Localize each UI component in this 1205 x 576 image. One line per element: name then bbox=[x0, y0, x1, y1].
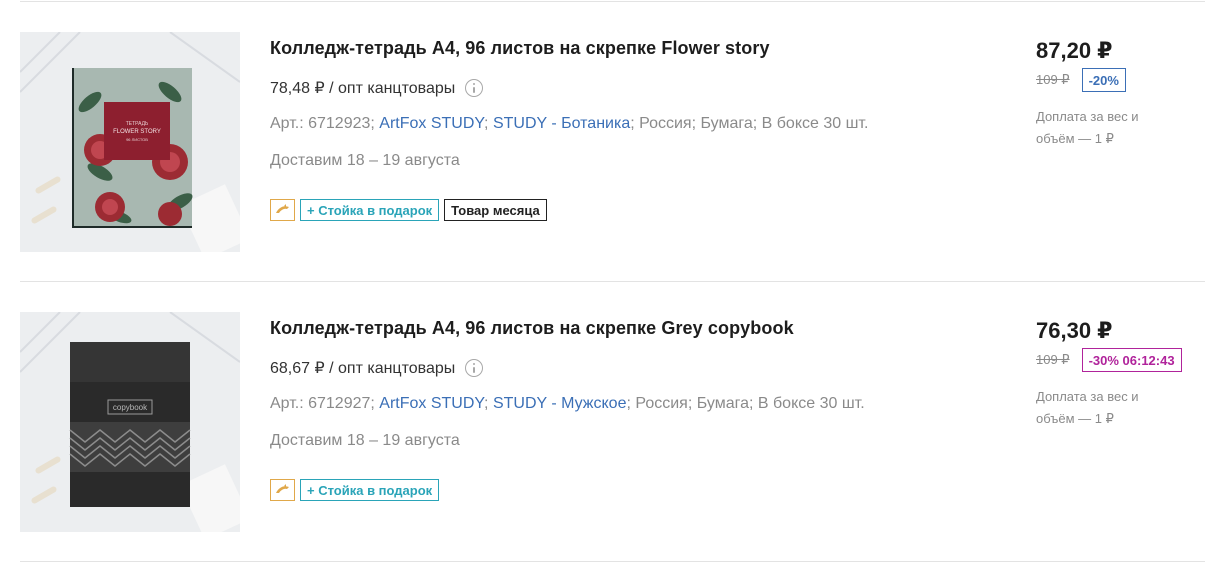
weight-surcharge: Доплата за вес и объём — 1 ₽ bbox=[1036, 389, 1139, 426]
product-image[interactable]: copybook bbox=[20, 312, 240, 532]
gift-tag[interactable]: + Стойка в подарок bbox=[300, 199, 440, 221]
product-of-month-tag[interactable]: Товар месяца bbox=[444, 199, 547, 221]
old-price-row: 109 ₽ -30% 06:12:43 bbox=[1036, 348, 1182, 372]
article-number: Арт.: 6712927; bbox=[270, 395, 375, 412]
box-quantity: В боксе 30 шт. bbox=[757, 395, 865, 412]
svg-text:ТЕТРАДЬ: ТЕТРАДЬ bbox=[126, 121, 149, 127]
discount-badge: -20% bbox=[1081, 68, 1126, 92]
series-link[interactable]: STUDY - Мужское bbox=[493, 395, 627, 412]
material: Бумага; bbox=[696, 395, 754, 412]
product-title[interactable]: Колледж-тетрадь А4, 96 листов на скрепке… bbox=[270, 38, 770, 59]
dolphin-icon[interactable] bbox=[270, 199, 295, 221]
svg-text:96 ЛИСТОВ: 96 ЛИСТОВ bbox=[126, 137, 148, 142]
brand-link[interactable]: ArtFox STUDY bbox=[379, 395, 484, 412]
svg-text:copybook: copybook bbox=[113, 403, 148, 412]
old-price-row: 109 ₽ -20% bbox=[1036, 68, 1126, 92]
brand-link[interactable]: ArtFox STUDY bbox=[379, 115, 484, 132]
info-circle-icon[interactable] bbox=[465, 359, 484, 377]
product-meta: Арт.: 6712923; ArtFox STUDY; STUDY - Бот… bbox=[270, 115, 869, 132]
weight-surcharge: Доплата за вес и объём — 1 ₽ bbox=[1036, 109, 1139, 146]
wholesale-price-text: 78,48 ₽ / опт канцтовары bbox=[270, 80, 456, 97]
article-number: Арт.: 6712923; bbox=[270, 115, 375, 132]
old-price: 109 ₽ bbox=[1036, 352, 1070, 367]
country: Россия; bbox=[635, 395, 693, 412]
wholesale-price: 68,67 ₽ / опт канцтовары bbox=[270, 358, 484, 378]
product-tags: + Стойка в подарок Товар месяца bbox=[270, 199, 547, 221]
country: Россия; bbox=[639, 115, 697, 132]
bottom-divider bbox=[20, 561, 1205, 562]
series-link[interactable]: STUDY - Ботаника bbox=[493, 115, 630, 132]
delivery-date: Доставим 18 – 19 августа bbox=[270, 152, 460, 169]
box-quantity: В боксе 30 шт. bbox=[761, 115, 869, 132]
dolphin-icon[interactable] bbox=[270, 479, 295, 501]
material: Бумага; bbox=[700, 115, 758, 132]
svg-text:FLOWER STORY: FLOWER STORY bbox=[113, 129, 161, 135]
product-card: copybook Колледж-тетрадь А4, 96 листов н… bbox=[0, 282, 1205, 562]
old-price: 109 ₽ bbox=[1036, 72, 1070, 87]
product-title[interactable]: Колледж-тетрадь А4, 96 листов на скрепке… bbox=[270, 318, 794, 339]
wholesale-price: 78,48 ₽ / опт канцтовары bbox=[270, 78, 484, 98]
product-image[interactable]: ТЕТРАДЬ FLOWER STORY 96 ЛИСТОВ bbox=[20, 32, 240, 252]
product-card: ТЕТРАДЬ FLOWER STORY 96 ЛИСТОВ Колледж-т… bbox=[0, 2, 1205, 282]
current-price: 76,30 ₽ bbox=[1036, 318, 1113, 343]
timed-discount-badge: -30% 06:12:43 bbox=[1081, 348, 1182, 372]
product-meta: Арт.: 6712927; ArtFox STUDY; STUDY - Муж… bbox=[270, 395, 865, 412]
wholesale-price-text: 68,67 ₽ / опт канцтовары bbox=[270, 360, 456, 377]
gift-tag[interactable]: + Стойка в подарок bbox=[300, 479, 440, 501]
product-tags: + Стойка в подарок bbox=[270, 479, 440, 501]
delivery-date: Доставим 18 – 19 августа bbox=[270, 432, 460, 449]
current-price: 87,20 ₽ bbox=[1036, 38, 1113, 63]
info-circle-icon[interactable] bbox=[465, 79, 484, 97]
